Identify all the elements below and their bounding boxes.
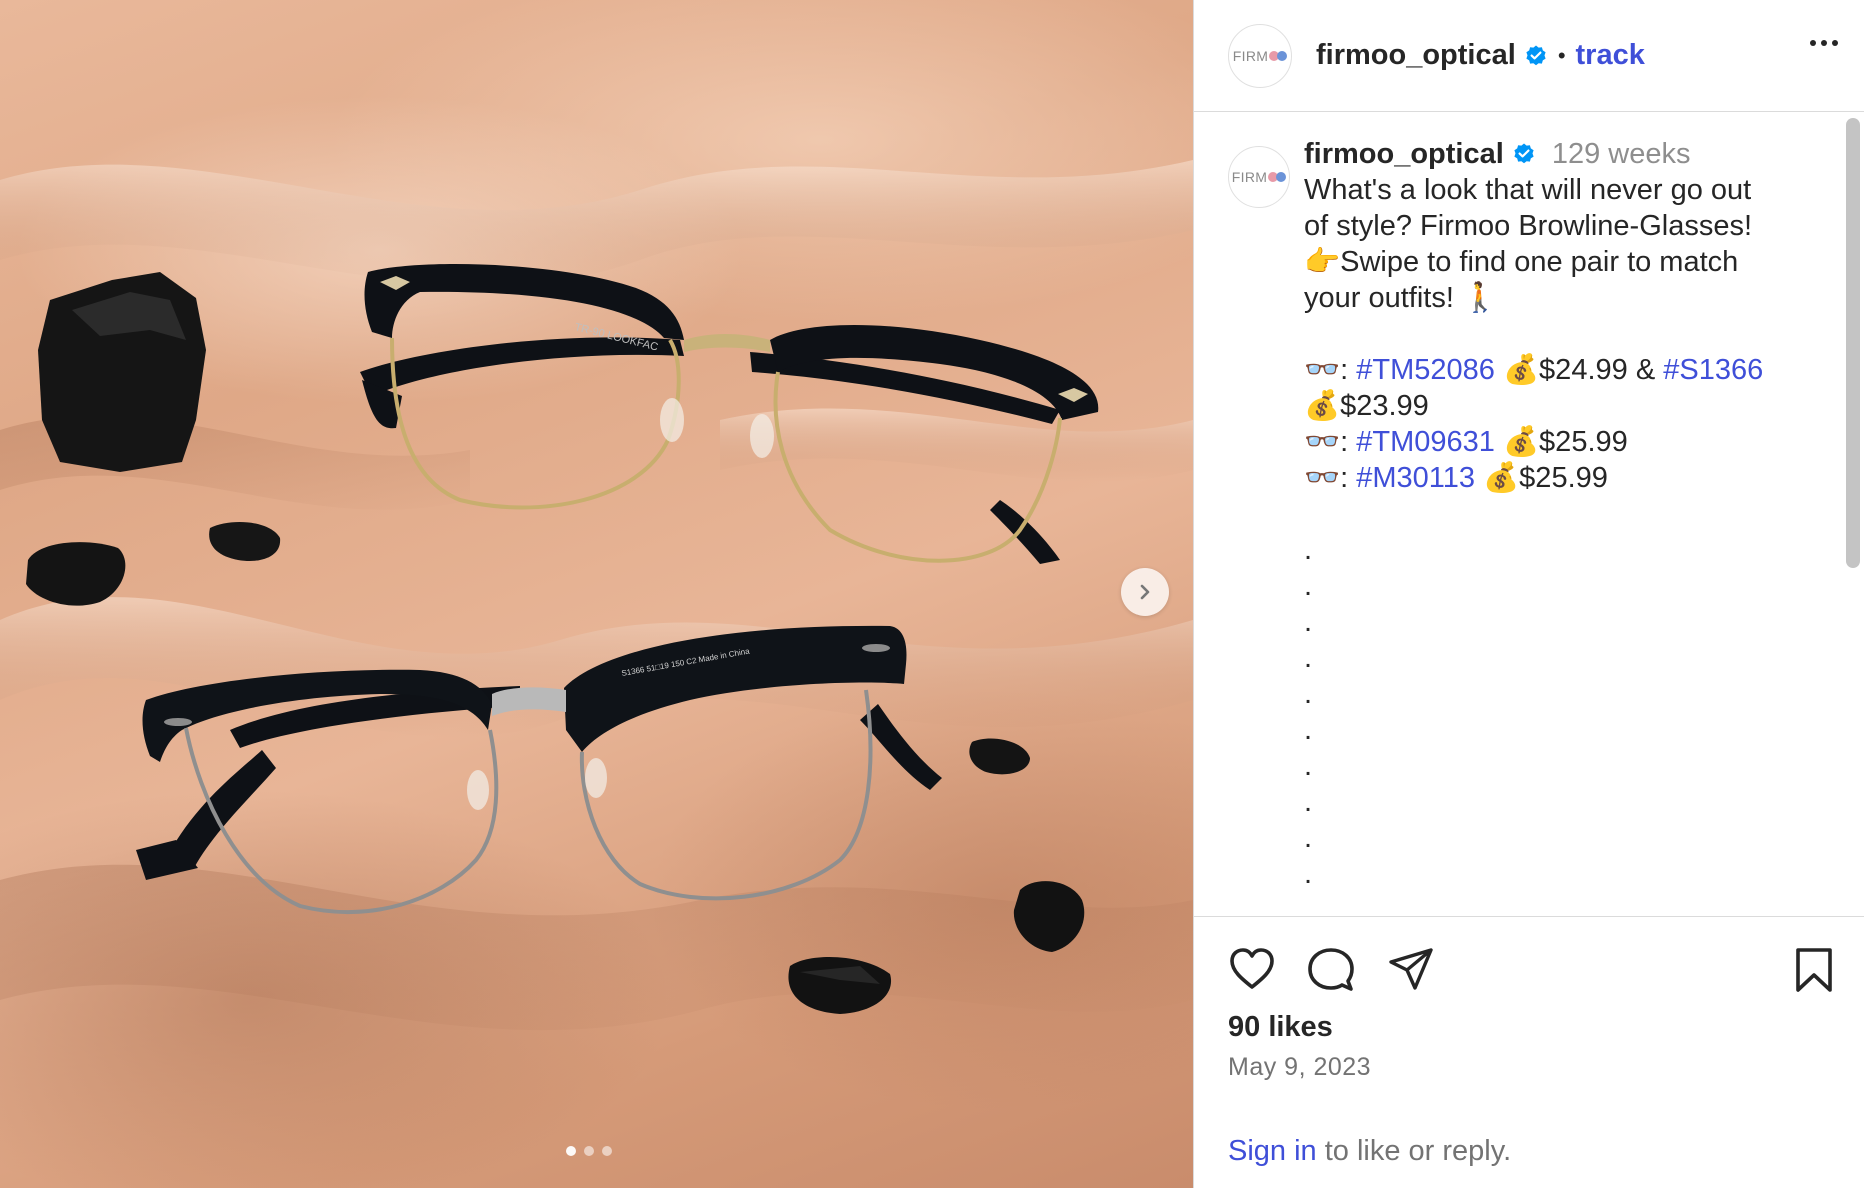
- product-line: 💰$23.99: [1304, 390, 1429, 422]
- caption-dot: .: [1304, 642, 1313, 674]
- hashtag-link[interactable]: #M30113: [1356, 462, 1475, 494]
- firmoo-logo: FIRM: [1231, 169, 1287, 185]
- save-button[interactable]: [1794, 947, 1834, 998]
- comments-area[interactable]: FIRM firmoo_optical 129 weeks What's a l…: [1194, 112, 1864, 917]
- follow-button[interactable]: track: [1576, 39, 1645, 72]
- carousel-dot: [584, 1146, 594, 1156]
- glasses-photo: TR-90 LOOKFAC S1366 51□19 150 C2 Made in…: [0, 160, 1193, 1031]
- carousel-next-button[interactable]: [1121, 568, 1169, 616]
- comment-button[interactable]: [1307, 947, 1355, 998]
- instagram-post: TR-90 LOOKFAC S1366 51□19 150 C2 Made in…: [0, 0, 1864, 1188]
- hashtag-link[interactable]: #S1366: [1663, 354, 1763, 386]
- hashtag-link[interactable]: #TM52086: [1356, 354, 1495, 386]
- product-line: 👓: #TM52086 💰$24.99 & #S1366: [1304, 354, 1764, 386]
- caption-dot: .: [1304, 678, 1313, 710]
- caption-dot: .: [1304, 606, 1313, 638]
- post-time[interactable]: 129 weeks: [1552, 136, 1691, 172]
- signin-prompt: Sign in to like or reply.: [1228, 1135, 1512, 1167]
- caption-dot: .: [1304, 534, 1313, 566]
- like-button[interactable]: [1228, 947, 1276, 996]
- caption-dot: .: [1304, 786, 1313, 818]
- carousel-dot: [602, 1146, 612, 1156]
- post-sidebar: FIRM firmoo_optical • track FIRM firmoo_…: [1193, 0, 1864, 1188]
- logo-text: FIRM: [1231, 169, 1268, 185]
- caption-line: What's a look that will never go out: [1304, 174, 1752, 206]
- caption-dot: .: [1304, 822, 1313, 854]
- caption-dot: .: [1304, 858, 1313, 890]
- hashtag-link[interactable]: #TM09631: [1356, 426, 1495, 458]
- logo-text: FIRM: [1232, 47, 1269, 64]
- caption-dot: .: [1304, 570, 1313, 602]
- avatar[interactable]: FIRM: [1228, 23, 1292, 88]
- product-line: 👓: #M30113 💰$25.99: [1304, 462, 1608, 494]
- product-line: 👓: #TM09631 💰$25.99: [1304, 426, 1628, 458]
- caption-line: 👉Swipe to find one pair to match: [1304, 246, 1739, 278]
- caption-line: of style? Firmoo Browline-Glasses!: [1304, 210, 1753, 242]
- heart-icon: [1230, 948, 1274, 989]
- more-options-icon[interactable]: [1810, 40, 1838, 46]
- caption-line: your outfits! 🚶: [1304, 282, 1499, 314]
- caption-comment: FIRM firmoo_optical 129 weeks What's a l…: [1194, 112, 1864, 892]
- caption-dot: .: [1304, 750, 1313, 782]
- separator-dot: •: [1557, 42, 1566, 68]
- avatar[interactable]: FIRM: [1228, 146, 1290, 208]
- bookmark-icon: [1796, 948, 1832, 992]
- post-image[interactable]: TR-90 LOOKFAC S1366 51□19 150 C2 Made in…: [0, 0, 1193, 1188]
- firmoo-logo: FIRM: [1232, 47, 1288, 64]
- comment-icon: [1308, 948, 1354, 991]
- verified-badge-icon: [1524, 44, 1548, 68]
- carousel-dot: [566, 1146, 576, 1156]
- caption-body: firmoo_optical 129 weeks What's a look t…: [1304, 136, 1763, 892]
- share-button[interactable]: [1388, 947, 1434, 996]
- verified-badge-icon: [1512, 142, 1536, 166]
- header-username[interactable]: firmoo_optical: [1316, 39, 1516, 72]
- caption-dot: .: [1304, 714, 1313, 746]
- likes-count[interactable]: 90 likes: [1228, 1011, 1333, 1044]
- caption-username[interactable]: firmoo_optical: [1304, 136, 1504, 172]
- scrollbar[interactable]: [1846, 118, 1860, 568]
- signin-link[interactable]: Sign in: [1228, 1135, 1317, 1167]
- post-date[interactable]: May 9, 2023: [1228, 1053, 1371, 1082]
- chevron-right-icon: [1140, 584, 1150, 600]
- send-icon: [1389, 948, 1433, 990]
- carousel-indicator: [566, 1146, 612, 1156]
- post-header: FIRM firmoo_optical • track: [1194, 0, 1864, 112]
